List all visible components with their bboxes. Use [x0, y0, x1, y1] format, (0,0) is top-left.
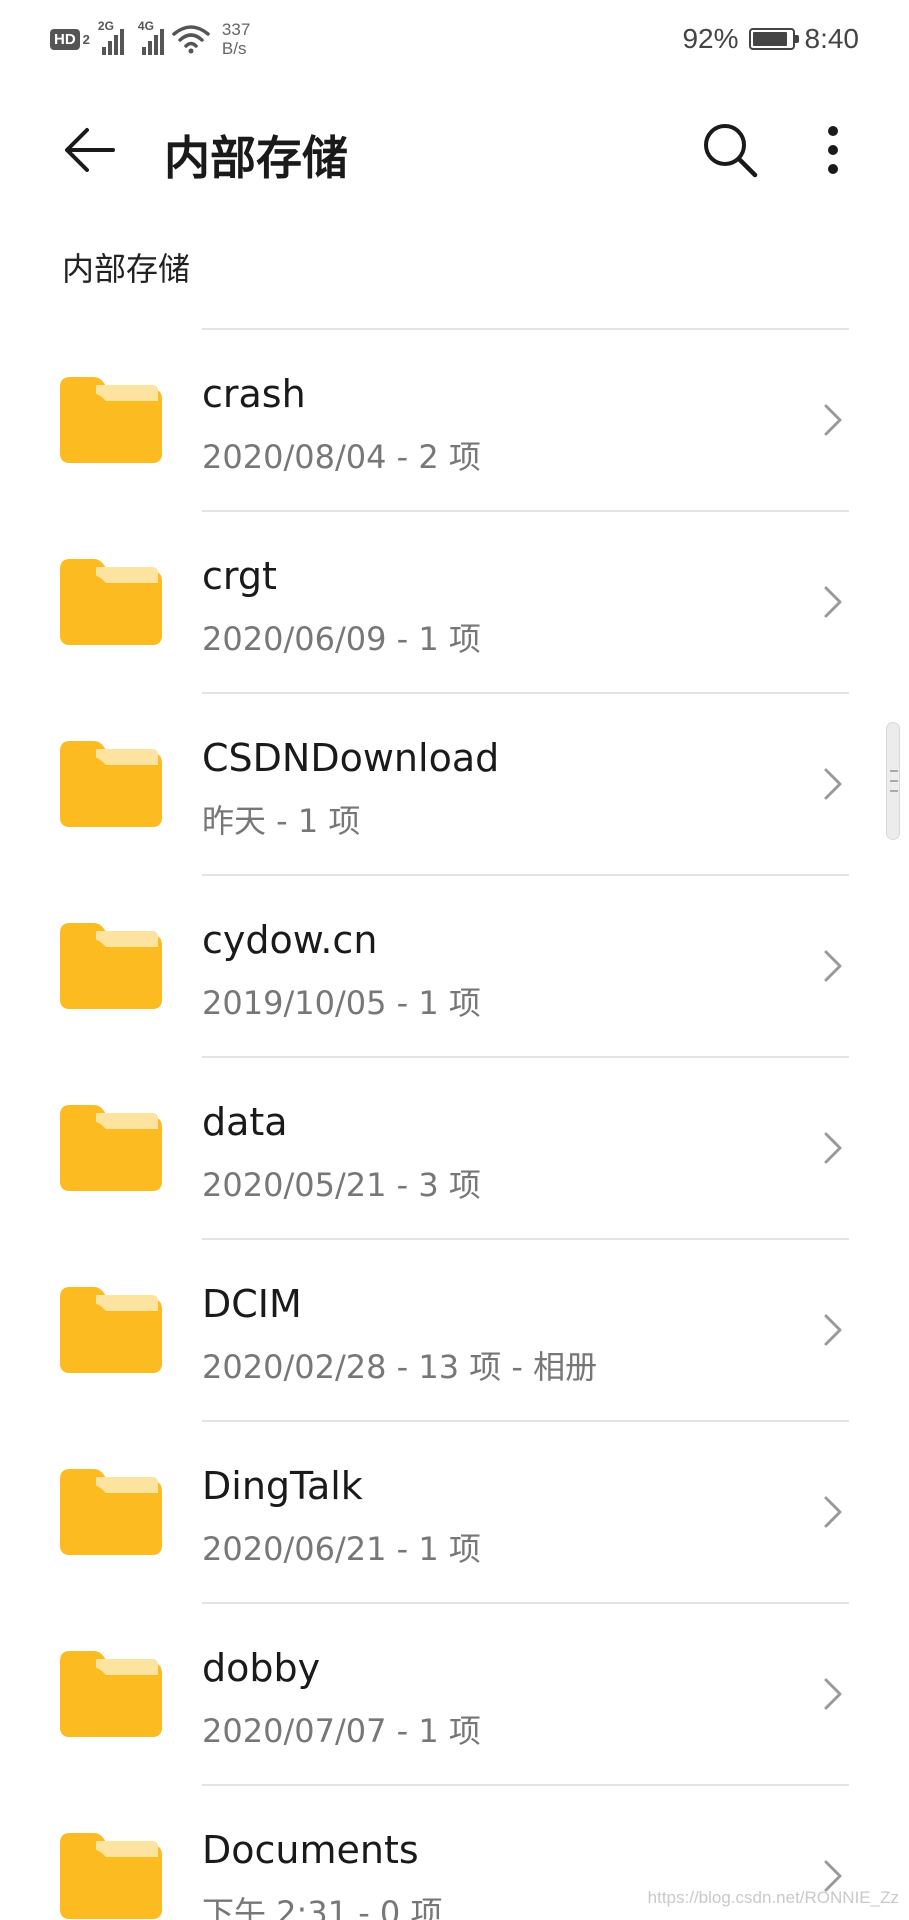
search-button[interactable]	[690, 112, 770, 188]
scrollbar-grip	[890, 780, 898, 782]
speed-unit: B/s	[221, 39, 247, 58]
clock: 8:40	[804, 23, 860, 54]
row-divider	[202, 510, 849, 512]
row-divider	[202, 1602, 849, 1604]
folder-meta: 2020/06/09 - 1 项	[202, 620, 481, 658]
folder-icon	[60, 923, 162, 1009]
chevron-right-icon	[824, 404, 842, 436]
signal-4g-icon: 4G	[138, 19, 164, 55]
folder-meta: 2020/06/21 - 1 项	[202, 1530, 481, 1568]
status-bar: HD 2 2G 4G 337 B/s 92% 8:40	[0, 0, 909, 80]
scrollbar-grip	[890, 790, 898, 792]
folder-name: crgt	[202, 554, 277, 598]
chevron-right-icon	[824, 768, 842, 800]
more-options-button[interactable]	[800, 112, 866, 188]
folder-name: DingTalk	[202, 1464, 363, 1508]
battery-percent: 92%	[682, 23, 739, 54]
folder-meta: 2019/10/05 - 1 项	[202, 984, 481, 1022]
folder-row[interactable]: dobby 2020/07/07 - 1 项	[0, 1602, 909, 1784]
signal-bar	[153, 35, 158, 55]
chevron-right-icon	[824, 1314, 842, 1346]
folder-meta: 2020/07/07 - 1 项	[202, 1712, 481, 1750]
row-divider	[202, 1784, 849, 1786]
battery-icon	[748, 28, 799, 50]
row-divider	[202, 328, 849, 330]
folder-name: dobby	[202, 1646, 321, 1690]
battery-fill	[752, 32, 788, 46]
folder-icon	[60, 377, 162, 463]
hd-label: HD	[50, 28, 80, 50]
folder-meta: 下午 2:31 - 0 项	[202, 1894, 443, 1920]
file-list: crash 2020/08/04 - 2 项 crgt 2020/06/09 -…	[0, 328, 909, 1920]
folder-row[interactable]: cydow.cn 2019/10/05 - 1 项	[0, 874, 909, 1056]
network-type-4g: 4G	[137, 19, 154, 33]
signal-bar	[113, 35, 118, 55]
signal-bar	[107, 41, 112, 55]
signal-bar	[141, 47, 146, 55]
signal-bar	[101, 47, 106, 55]
chevron-right-icon	[824, 1132, 842, 1164]
folder-icon	[60, 1651, 162, 1737]
network-type-2g: 2G	[97, 19, 114, 33]
watermark-text: https://blog.csdn.net/RONNIE_Zz	[647, 1888, 899, 1907]
row-divider	[202, 874, 849, 876]
folder-meta: 2020/05/21 - 3 项	[202, 1166, 481, 1204]
signal-2g-icon: 2G	[98, 19, 124, 55]
folder-icon	[60, 559, 162, 645]
network-speed: 337 B/s	[222, 20, 250, 58]
folder-icon	[60, 1105, 162, 1191]
folder-row[interactable]: CSDNDownload 昨天 - 1 项	[0, 692, 909, 874]
app-bar: 内部存储	[0, 100, 909, 200]
speed-value: 337	[221, 20, 251, 39]
folder-meta: 2020/02/28 - 13 项 - 相册	[202, 1348, 598, 1386]
folder-icon	[60, 1833, 162, 1919]
folder-name: cydow.cn	[202, 918, 378, 962]
row-divider	[202, 692, 849, 694]
chevron-right-icon	[824, 586, 842, 618]
battery-tip	[794, 35, 799, 43]
chevron-right-icon	[824, 1496, 842, 1528]
row-divider	[202, 1238, 849, 1240]
page-title: 内部存储	[164, 131, 348, 185]
chevron-right-icon	[824, 950, 842, 982]
arrow-left-icon	[65, 128, 115, 172]
hd-sub-label: 2	[82, 31, 90, 47]
folder-name: Documents	[202, 1828, 419, 1872]
signal-bar	[147, 41, 152, 55]
wifi-icon	[172, 25, 210, 54]
search-icon	[704, 124, 758, 178]
status-right: 92% 8:40	[682, 18, 859, 60]
folder-row[interactable]: crash 2020/08/04 - 2 项	[0, 328, 909, 510]
row-divider	[202, 1056, 849, 1058]
chevron-right-icon	[824, 1678, 842, 1710]
signal-bar	[119, 29, 124, 55]
folder-name: crash	[202, 372, 306, 416]
breadcrumb[interactable]: 内部存储	[62, 244, 190, 290]
folder-name: DCIM	[202, 1282, 302, 1326]
folder-name: data	[202, 1100, 288, 1144]
folder-row[interactable]: DingTalk 2020/06/21 - 1 项	[0, 1420, 909, 1602]
signal-bar	[159, 29, 164, 55]
folder-name: CSDNDownload	[202, 736, 500, 780]
row-divider	[202, 1420, 849, 1422]
folder-icon	[60, 1469, 162, 1555]
scrollbar-thumb[interactable]	[886, 722, 900, 840]
more-vertical-icon	[828, 126, 838, 174]
status-left: HD 2 2G 4G 337 B/s	[50, 18, 250, 60]
back-button[interactable]	[50, 112, 130, 188]
folder-icon	[60, 1287, 162, 1373]
folder-row[interactable]: DCIM 2020/02/28 - 13 项 - 相册	[0, 1238, 909, 1420]
folder-row[interactable]: crgt 2020/06/09 - 1 项	[0, 510, 909, 692]
folder-icon	[60, 741, 162, 827]
folder-meta: 2020/08/04 - 2 项	[202, 438, 481, 476]
scrollbar-grip	[890, 770, 898, 772]
folder-meta: 昨天 - 1 项	[202, 802, 361, 840]
hd-badge: HD 2	[50, 28, 90, 50]
folder-row[interactable]: data 2020/05/21 - 3 项	[0, 1056, 909, 1238]
